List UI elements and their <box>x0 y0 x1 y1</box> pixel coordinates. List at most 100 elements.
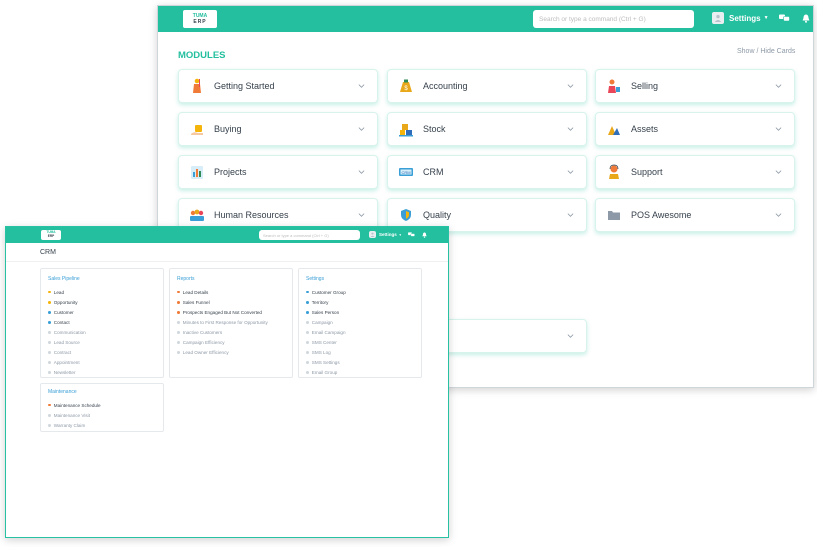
list-item-label: Customer Group <box>311 289 346 295</box>
list-item-label: Minutes to First Response for Opportunit… <box>182 319 268 325</box>
hand-cart-icon <box>189 121 205 137</box>
avatar[interactable] <box>369 231 376 238</box>
settings-dropdown[interactable]: Settings <box>379 232 397 237</box>
section-reports: Reports Lead Details Sales Funnel Prospect… <box>169 268 293 378</box>
status-dot-icon <box>306 331 309 334</box>
search-placeholder: Search or type a command (Ctrl + G) <box>539 15 646 23</box>
search-input[interactable]: Search or type a command (Ctrl + G) <box>533 10 694 28</box>
list-item-label: Sales Person <box>311 309 340 315</box>
module-card-crm[interactable]: CRM CRM <box>387 155 587 189</box>
list-item[interactable]: Opportunity <box>48 297 163 307</box>
chat-icon[interactable] <box>407 232 415 237</box>
module-label: Stock <box>423 124 446 134</box>
list-item[interactable]: Communication <box>48 327 163 337</box>
list-item[interactable]: Email Group <box>306 368 421 378</box>
list-item[interactable]: SMS Center <box>306 337 421 347</box>
chevron-down-icon <box>358 213 365 217</box>
list-item[interactable]: Contract <box>48 348 163 358</box>
list-item[interactable]: Lead <box>48 287 163 297</box>
status-dot-icon <box>48 361 51 365</box>
list-item-label: Email Campaign <box>311 329 346 335</box>
status-dot-icon <box>177 341 180 344</box>
list-item[interactable]: Campaign <box>306 317 421 327</box>
status-dot-icon <box>177 351 180 354</box>
list-item[interactable]: Appointment <box>48 358 163 368</box>
folder-icon <box>606 207 622 223</box>
module-card-stock[interactable]: Stock <box>387 112 587 146</box>
list-item[interactable]: Lead Source <box>48 337 163 347</box>
list-item[interactable]: Lead Details <box>177 287 292 297</box>
list-item[interactable]: Prospects Engaged But Not Converted <box>177 307 292 317</box>
list-item[interactable]: Sales Person <box>306 307 421 317</box>
chevron-down-icon <box>567 334 574 338</box>
list-item[interactable]: Warranty Claim <box>48 420 163 430</box>
module-card-getting-started[interactable]: Getting Started <box>178 69 378 103</box>
assets-icon <box>606 121 622 137</box>
list-item[interactable]: Contact <box>48 317 163 327</box>
section-sales-pipeline: Sales Pipeline Lead Opportunity Customer Co… <box>40 268 164 378</box>
section-maintenance: Maintenance Maintenance Schedule Maintena… <box>40 383 164 432</box>
list-item[interactable]: SMS Settings <box>306 358 421 368</box>
avatar[interactable] <box>712 12 724 24</box>
bell-icon[interactable] <box>802 14 810 23</box>
module-label: Human Resources <box>214 210 289 220</box>
status-dot-icon <box>177 331 180 334</box>
settings-dropdown[interactable]: Settings <box>729 14 761 23</box>
flag-person-icon <box>189 78 205 94</box>
module-card-pos-awesome[interactable]: POS Awesome <box>595 198 795 232</box>
chevron-down-icon <box>358 170 365 174</box>
module-label: Assets <box>631 124 659 134</box>
status-dot-icon <box>306 310 309 314</box>
list-item[interactable]: Campaign Efficiency <box>177 337 292 347</box>
list-item[interactable]: Inactive Customers <box>177 327 292 337</box>
list-item-label: Territory <box>311 299 329 305</box>
list-item[interactable]: Sales Funnel <box>177 297 292 307</box>
project-chart-icon <box>189 164 205 180</box>
logo[interactable]: TUMA ERP <box>183 10 217 28</box>
logo[interactable]: TUMA ERP <box>41 230 61 240</box>
show-hide-cards-link[interactable]: Show / Hide Cards <box>737 48 795 55</box>
chevron-down-icon <box>775 127 782 131</box>
bell-icon[interactable] <box>422 232 427 238</box>
search-input[interactable]: Search or type a command (Ctrl + G) <box>259 230 360 240</box>
module-card-assets[interactable]: Assets <box>595 112 795 146</box>
module-card-buying[interactable]: Buying <box>178 112 378 146</box>
list-item-label: Newsletter <box>53 370 76 376</box>
list-item[interactable]: SMS Log <box>306 348 421 358</box>
list-item[interactable]: Maintenance Visit <box>48 410 163 420</box>
module-label: Accounting <box>423 81 468 91</box>
user-icon <box>714 14 722 22</box>
list-item[interactable]: Email Campaign <box>306 327 421 337</box>
module-card-selling[interactable]: Selling <box>595 69 795 103</box>
list-item[interactable]: Newsletter <box>48 368 163 378</box>
status-dot-icon <box>177 290 180 294</box>
module-label: POS Awesome <box>631 210 692 220</box>
money-bag-icon: $ <box>398 78 414 94</box>
svg-text:CRM: CRM <box>401 170 410 175</box>
status-dot-icon <box>306 371 309 375</box>
module-card-accounting[interactable]: $ Accounting <box>387 69 587 103</box>
list-item-label: Maintenance Schedule <box>53 402 101 408</box>
list-item[interactable]: Maintenance Schedule <box>48 400 163 410</box>
module-label: CRM <box>423 167 444 177</box>
list-item-label: Maintenance Visit <box>53 412 90 418</box>
list-item-label: Campaign <box>311 319 333 325</box>
status-dot-icon <box>48 413 51 417</box>
status-dot-icon <box>306 290 309 294</box>
list-item[interactable]: Customer <box>48 307 163 317</box>
list-item[interactable]: Customer Group <box>306 287 421 297</box>
module-card-support[interactable]: Support <box>595 155 795 189</box>
logo-bottom-text: ERP <box>193 19 207 25</box>
list-item[interactable]: Territory <box>306 297 421 307</box>
module-card-projects[interactable]: Projects <box>178 155 378 189</box>
list-item-label: Lead <box>53 289 65 295</box>
chat-icon[interactable] <box>778 14 790 22</box>
list-item-label: SMS Settings <box>311 360 340 366</box>
module-label: Quality <box>423 210 452 220</box>
list-item[interactable]: Lead Owner Efficiency <box>177 348 292 358</box>
crm-screen-icon: CRM <box>398 164 414 180</box>
status-dot-icon <box>306 361 309 365</box>
list-item[interactable]: Minutes to First Response for Opportunit… <box>177 317 292 327</box>
status-dot-icon <box>306 320 309 324</box>
chevron-down-icon <box>358 84 365 88</box>
